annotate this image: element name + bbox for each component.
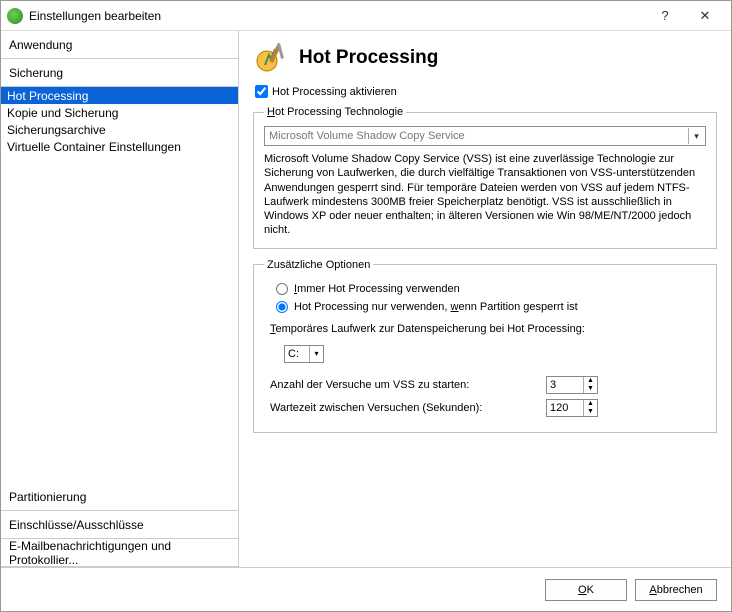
technology-value: Microsoft Volume Shadow Copy Service [269,130,465,142]
activate-label[interactable]: Hot Processing aktivieren [272,86,397,98]
technology-legend: Hot Processing Technologie [264,106,406,118]
radio-always[interactable] [276,283,288,295]
attempts-spinner[interactable]: ▲▼ [546,376,598,394]
window-title: Einstellungen bearbeiten [29,9,645,23]
radio-locked[interactable] [276,301,288,313]
radio-always-label[interactable]: Immer Hot Processing verwenden [294,283,460,295]
extra-options-group: Zusätzliche Optionen Immer Hot Processin… [253,259,717,433]
activate-checkbox[interactable] [255,85,268,98]
hot-processing-icon [255,41,289,75]
attempts-label: Anzahl der Versuche um VSS zu starten: [270,379,540,391]
app-icon [7,8,23,24]
temp-drive-select[interactable]: C: ▾ [284,345,324,363]
page-title: Hot Processing [299,47,438,69]
sidebar-item-hot-processing[interactable]: Hot Processing [1,87,238,104]
sidebar-item-kopie-sicherung[interactable]: Kopie und Sicherung [1,104,238,121]
sidebar-item-virtuelle-container[interactable]: Virtuelle Container Einstellungen [1,138,238,155]
spinner-up-icon[interactable]: ▲ [584,400,597,408]
sidebar: Anwendung Sicherung Hot Processing Kopie… [1,31,239,567]
wait-input[interactable] [547,400,583,416]
content-panel: Hot Processing Hot Processing aktivieren… [239,31,731,567]
cancel-button[interactable]: Abbrechen [635,579,717,601]
chevron-down-icon: ▾ [309,346,323,362]
section-anwendung[interactable]: Anwendung [1,31,238,59]
spinner-down-icon[interactable]: ▼ [584,408,597,416]
section-einschluesse[interactable]: Einschlüsse/Ausschlüsse [1,511,238,539]
wait-label: Wartezeit zwischen Versuchen (Sekunden): [270,402,540,414]
section-email[interactable]: E-Mailbenachrichtigungen und Protokollie… [1,539,238,567]
spinner-up-icon[interactable]: ▲ [584,377,597,385]
technology-description: Microsoft Volume Shadow Copy Service (VS… [264,152,706,238]
attempts-input[interactable] [547,377,583,393]
ok-button[interactable]: OK [545,579,627,601]
extra-legend: Zusätzliche Optionen [264,259,373,271]
titlebar: Einstellungen bearbeiten ? ✕ [1,1,731,31]
technology-dropdown[interactable]: Microsoft Volume Shadow Copy Service ▾ [264,126,706,146]
chevron-down-icon: ▾ [688,128,704,144]
footer: OK Abbrechen [1,567,731,611]
section-partitionierung[interactable]: Partitionierung [1,483,238,511]
close-button[interactable]: ✕ [685,2,725,30]
technology-group: Hot Processing Technologie Microsoft Vol… [253,106,717,249]
spinner-down-icon[interactable]: ▼ [584,385,597,393]
temp-drive-value: C: [288,348,299,360]
temp-drive-label: Temporäres Laufwerk zur Datenspeicherung… [270,323,585,335]
wait-spinner[interactable]: ▲▼ [546,399,598,417]
help-button[interactable]: ? [645,2,685,30]
sidebar-item-sicherungsarchive[interactable]: Sicherungsarchive [1,121,238,138]
radio-locked-label[interactable]: Hot Processing nur verwenden, wenn Parti… [294,301,578,313]
section-sicherung[interactable]: Sicherung [1,59,238,87]
